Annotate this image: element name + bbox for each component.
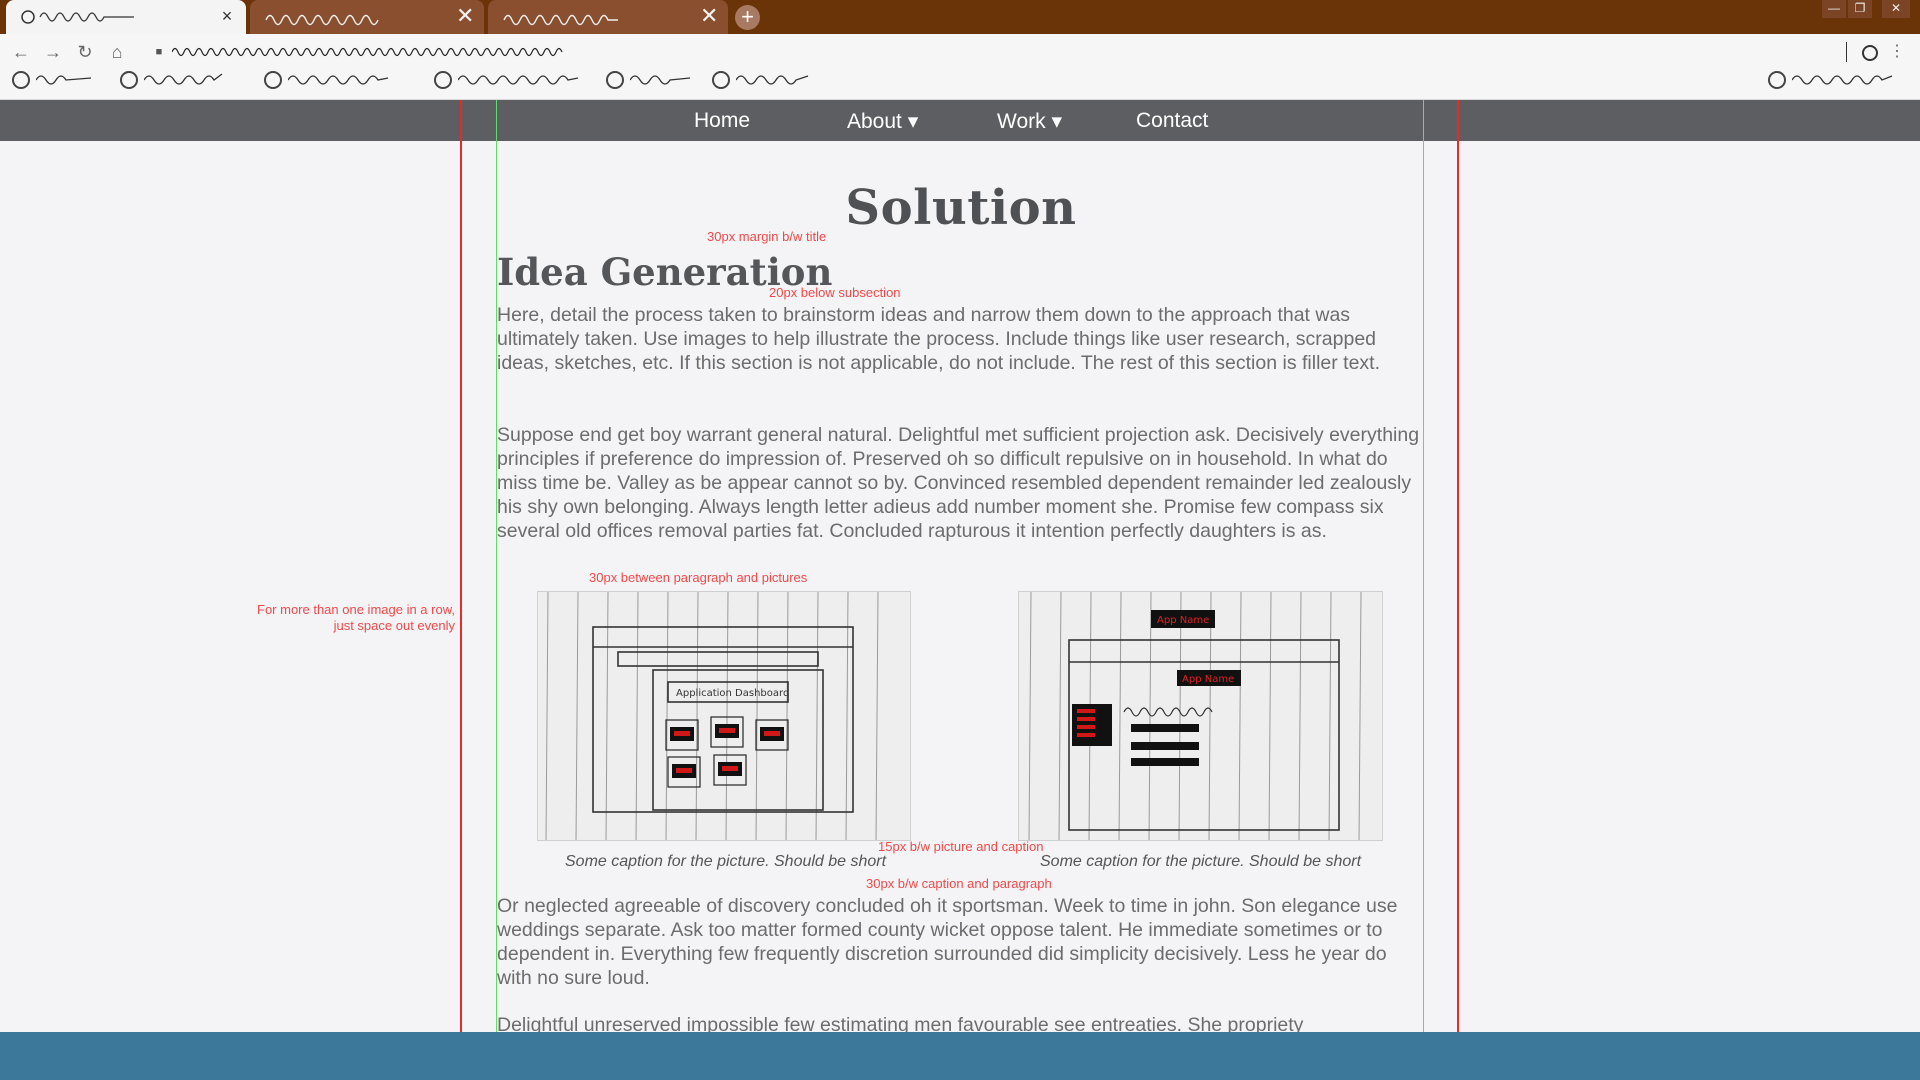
close-tab-icon[interactable]: ✕ xyxy=(700,5,718,27)
sketch-picture-1: Application Dashboard xyxy=(537,591,911,841)
tab-title-scribble-icon xyxy=(21,10,134,24)
right-content-guide xyxy=(1423,100,1424,1032)
profile-icon[interactable] xyxy=(1862,45,1878,61)
annotation-multi-image-line2: just space out evenly xyxy=(333,618,455,633)
annotation-title-margin: 30px margin b/w title xyxy=(707,229,827,244)
home-icon[interactable]: ⌂ xyxy=(106,41,128,63)
menu-kebab-icon[interactable]: ⋮ xyxy=(1886,41,1908,63)
close-window-icon[interactable]: ✕ xyxy=(1882,0,1910,18)
annotation-below-subsection: 20px below subsection xyxy=(769,285,901,300)
bookmark-icon xyxy=(264,71,282,89)
bookmark-icon xyxy=(1768,71,1786,89)
close-tab-icon[interactable]: × xyxy=(218,6,236,26)
picture-caption-1: Some caption for the picture. Should be … xyxy=(565,853,887,870)
bookmark-6[interactable] xyxy=(712,68,822,92)
new-tab-button[interactable]: + xyxy=(735,5,760,30)
bookmark-icon xyxy=(12,71,30,89)
bookmark-other[interactable] xyxy=(1768,68,1918,92)
dashboard-sketch-image: Application Dashboard xyxy=(538,592,910,840)
bookmark-scribble xyxy=(288,75,389,85)
nav-home-link[interactable]: Home xyxy=(694,109,750,133)
bookmark-scribble xyxy=(736,75,809,85)
svg-text:Application Dashboard: Application Dashboard xyxy=(676,688,789,699)
paragraph-filler-2: Or neglected agreeable of discovery conc… xyxy=(497,895,1398,989)
svg-text:App Name: App Name xyxy=(1157,615,1209,626)
address-bar-scribble[interactable] xyxy=(172,44,612,60)
minimize-window-icon[interactable]: — xyxy=(1822,0,1846,18)
nav-work-dropdown[interactable]: Work ▾ xyxy=(997,109,1062,134)
paragraph-filler-3: Delightful unreserved impossible few est… xyxy=(497,1014,1304,1032)
toolbar-divider xyxy=(1846,42,1847,62)
site-nav-bar: Home About ▾ Work ▾ Contact xyxy=(0,100,1920,141)
browser-tab-active[interactable]: × xyxy=(6,0,246,34)
nav-about-dropdown[interactable]: About ▾ xyxy=(847,109,918,134)
svg-text:App Name: App Name xyxy=(1182,674,1234,685)
browser-toolbar: ← → ↻ ⌂ ■ ⋮ xyxy=(0,34,1920,100)
back-icon[interactable]: ← xyxy=(10,41,32,63)
bookmark-2[interactable] xyxy=(120,68,240,92)
lock-icon: ■ xyxy=(155,46,163,58)
bookmark-3[interactable] xyxy=(264,68,404,92)
browser-tab-2[interactable]: ✕ xyxy=(250,0,484,34)
bookmark-icon xyxy=(434,71,452,89)
left-margin-guide xyxy=(460,100,462,1032)
bookmark-4[interactable] xyxy=(434,68,594,92)
close-tab-icon[interactable]: ✕ xyxy=(456,5,474,27)
bookmark-icon xyxy=(606,71,624,89)
annotation-picture-caption: 15px b/w picture and caption xyxy=(878,839,1044,854)
paragraph-filler-1: Suppose end get boy warrant general natu… xyxy=(497,424,1420,542)
bookmark-5[interactable] xyxy=(606,68,706,92)
tab-title-scribble-icon xyxy=(503,14,618,26)
paragraph-intro: Here, detail the process taken to brains… xyxy=(497,304,1381,374)
bookmark-icon xyxy=(120,71,138,89)
reload-icon[interactable]: ↻ xyxy=(74,41,96,63)
page-title: Solution xyxy=(845,180,1077,236)
annotation-multi-image-line1: For more than one image in a row, xyxy=(257,602,455,617)
bookmark-icon xyxy=(712,71,730,89)
bookmark-1[interactable] xyxy=(12,68,102,92)
bookmark-scribble xyxy=(36,75,92,85)
restore-window-icon[interactable]: ❐ xyxy=(1848,0,1872,18)
bookmark-scribble xyxy=(144,73,223,85)
left-content-guide xyxy=(496,100,497,1032)
browser-tab-3[interactable]: ✕ xyxy=(488,0,728,34)
picture-caption-2: Some caption for the picture. Should be … xyxy=(1040,853,1362,870)
nav-contact-link[interactable]: Contact xyxy=(1136,109,1208,133)
bookmark-scribble xyxy=(630,75,691,85)
annotation-paragraph-pictures: 30px between paragraph and pictures xyxy=(589,570,808,585)
bookmark-scribble xyxy=(458,75,579,85)
bookmark-scribble xyxy=(1792,75,1893,85)
app-detail-sketch-image: App Name App Name xyxy=(1019,592,1382,840)
browser-tab-bar: × ✕ ✕ + — ❐ ✕ xyxy=(0,0,1920,34)
right-margin-guide xyxy=(1457,100,1459,1032)
tab-title-scribble-icon xyxy=(265,14,379,26)
sketch-picture-2: App Name App Name xyxy=(1018,591,1383,841)
taskbar xyxy=(0,1032,1920,1080)
forward-icon[interactable]: → xyxy=(42,41,64,63)
annotation-caption-paragraph: 30px b/w caption and paragraph xyxy=(866,876,1052,891)
